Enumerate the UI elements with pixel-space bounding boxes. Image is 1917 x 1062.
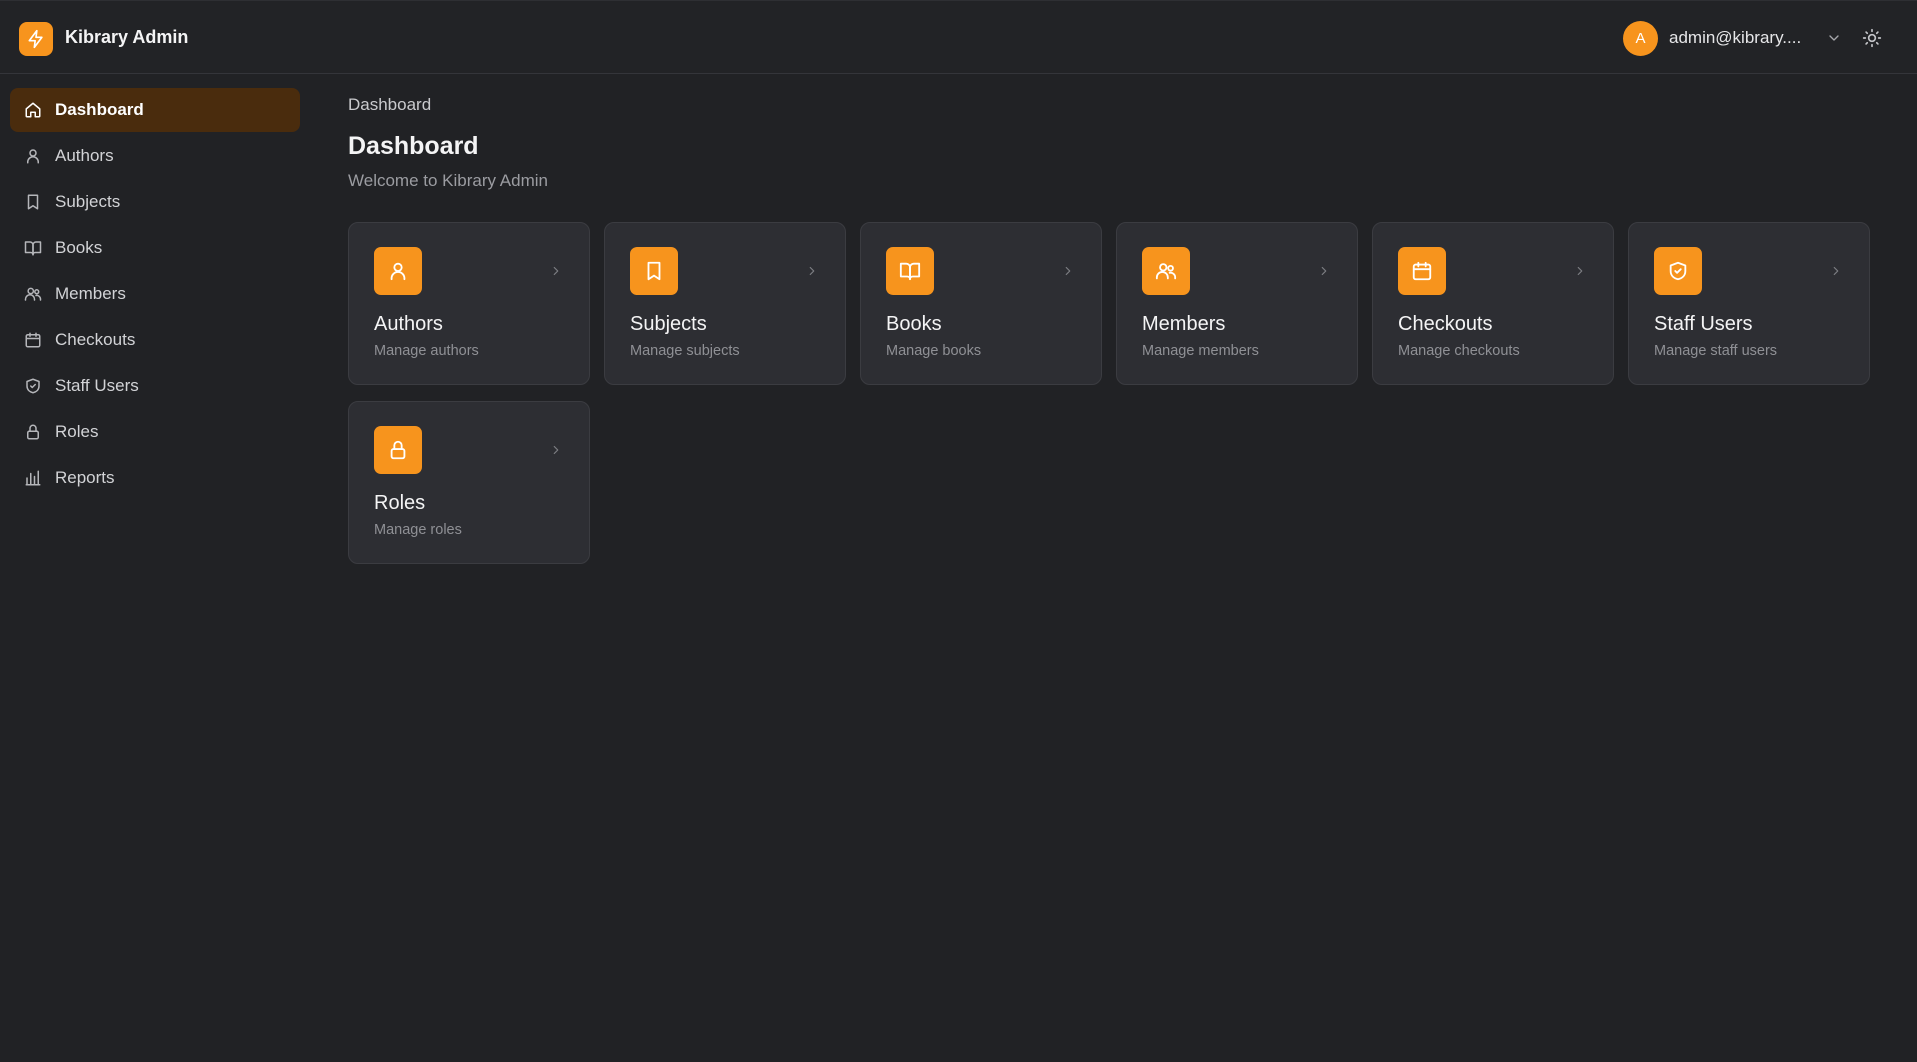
chevron-right-icon bbox=[1065, 266, 1071, 276]
chevron-right-icon bbox=[1833, 266, 1839, 276]
sidebar-item-members[interactable]: Members bbox=[10, 272, 300, 316]
sidebar-item-label: Checkouts bbox=[55, 330, 136, 349]
chevron-right-icon bbox=[809, 266, 815, 276]
book-open-icon bbox=[24, 239, 42, 257]
sidebar-item-label: Subjects bbox=[55, 192, 121, 211]
card-description: Manage subjects bbox=[630, 343, 740, 359]
chevron-right-icon bbox=[553, 266, 559, 276]
sidebar-item-label: Dashboard bbox=[55, 100, 144, 119]
card-title: Books bbox=[886, 313, 942, 335]
users-icon bbox=[1142, 247, 1190, 295]
chevron-right-icon bbox=[1321, 266, 1327, 276]
card-description: Manage checkouts bbox=[1398, 343, 1520, 359]
card-title: Subjects bbox=[630, 313, 707, 335]
calendar-icon bbox=[1398, 247, 1446, 295]
page-title: Dashboard bbox=[348, 132, 479, 160]
user-icon bbox=[374, 247, 422, 295]
lock-icon bbox=[24, 423, 42, 441]
shield-check-icon bbox=[24, 377, 42, 395]
sidebar-item-authors[interactable]: Authors bbox=[10, 134, 300, 178]
card-members[interactable]: Members Manage members bbox=[1116, 222, 1358, 385]
sidebar-item-label: Reports bbox=[55, 468, 115, 487]
top-bar: Kibrary Admin A admin@kibrary.... bbox=[0, 0, 1917, 74]
sidebar-item-checkouts[interactable]: Checkouts bbox=[10, 318, 300, 362]
card-description: Manage roles bbox=[374, 522, 462, 538]
avatar[interactable]: A bbox=[1623, 20, 1658, 56]
shield-check-icon bbox=[1654, 247, 1702, 295]
bookmark-icon bbox=[630, 247, 678, 295]
sidebar-item-label: Staff Users bbox=[55, 376, 139, 395]
card-title: Authors bbox=[374, 313, 443, 335]
user-email[interactable]: admin@kibrary.... bbox=[1669, 28, 1811, 48]
card-books[interactable]: Books Manage books bbox=[860, 222, 1102, 385]
sidebar-item-label: Books bbox=[55, 238, 103, 257]
sidebar-item-label: Authors bbox=[55, 146, 114, 165]
sidebar-item-label: Members bbox=[55, 284, 126, 303]
breadcrumb: Dashboard bbox=[348, 95, 432, 114]
card-description: Manage members bbox=[1142, 343, 1259, 359]
card-staff-users[interactable]: Staff Users Manage staff users bbox=[1628, 222, 1870, 385]
chevron-right-icon bbox=[1577, 266, 1583, 276]
sidebar-item-books[interactable]: Books bbox=[10, 226, 300, 270]
card-roles[interactable]: Roles Manage roles bbox=[348, 401, 590, 564]
card-title: Roles bbox=[374, 492, 426, 514]
sidebar-item-dashboard[interactable]: Dashboard bbox=[10, 88, 300, 132]
bar-chart-icon bbox=[24, 469, 42, 487]
app-title[interactable]: Kibrary Admin bbox=[65, 27, 188, 48]
bookmark-icon bbox=[24, 193, 42, 211]
card-description: Manage books bbox=[886, 343, 982, 359]
sidebar-item-reports[interactable]: Reports bbox=[10, 456, 300, 500]
users-icon bbox=[24, 285, 42, 303]
lock-icon bbox=[374, 426, 422, 474]
sidebar-item-label: Roles bbox=[55, 422, 99, 441]
chevron-right-icon bbox=[553, 445, 559, 455]
home-icon bbox=[24, 101, 42, 119]
card-checkouts[interactable]: Checkouts Manage checkouts bbox=[1372, 222, 1614, 385]
calendar-icon bbox=[24, 331, 42, 349]
book-open-icon bbox=[886, 247, 934, 295]
user-icon bbox=[24, 147, 42, 165]
sun-icon[interactable] bbox=[1862, 28, 1882, 48]
sidebar-item-roles[interactable]: Roles bbox=[10, 410, 300, 454]
chevron-down-icon[interactable] bbox=[1826, 30, 1842, 46]
card-subjects[interactable]: Subjects Manage subjects bbox=[604, 222, 846, 385]
sidebar-item-subjects[interactable]: Subjects bbox=[10, 180, 300, 224]
user-menu[interactable]: A admin@kibrary.... bbox=[1623, 20, 1842, 56]
sidebar-item-staff-users[interactable]: Staff Users bbox=[10, 364, 300, 408]
card-title: Checkouts bbox=[1398, 313, 1493, 335]
card-description: Manage staff users bbox=[1654, 343, 1778, 359]
card-title: Staff Users bbox=[1654, 313, 1753, 335]
card-authors[interactable]: Authors Manage authors bbox=[348, 222, 590, 385]
lightning-icon[interactable] bbox=[19, 22, 53, 56]
card-description: Manage authors bbox=[374, 343, 479, 359]
card-title: Members bbox=[1142, 313, 1226, 335]
page-subtitle: Welcome to Kibrary Admin bbox=[348, 171, 548, 190]
sidebar: Dashboard Authors Subjects Books Members Chec… bbox=[10, 88, 300, 502]
